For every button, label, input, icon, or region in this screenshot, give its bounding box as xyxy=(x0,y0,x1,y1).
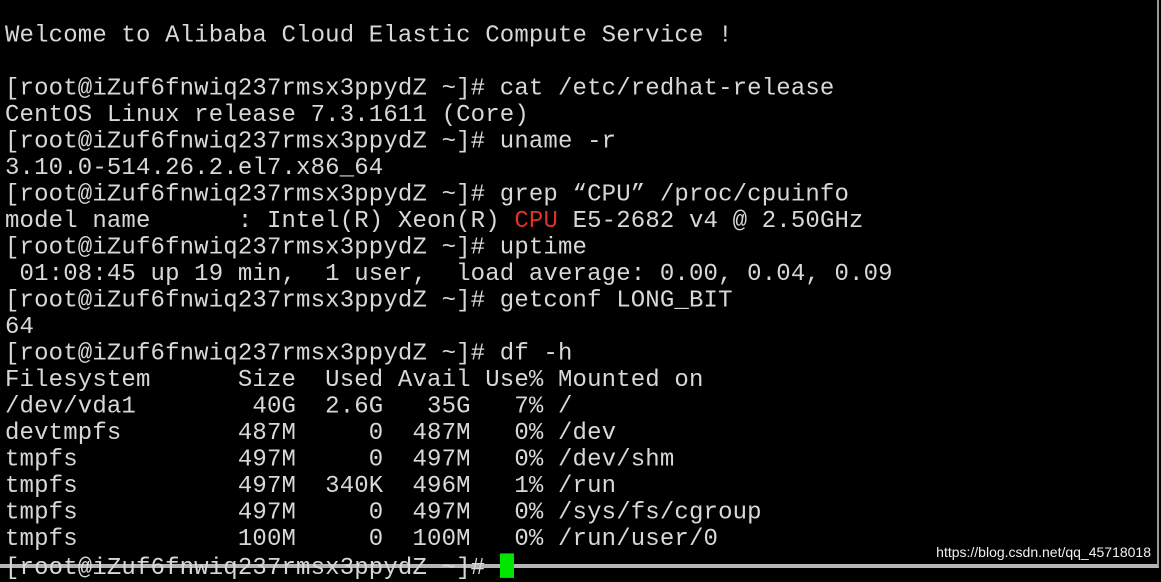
terminal-text: tmpfs 497M 340K 496M 1% /run xyxy=(5,472,617,501)
terminal-text: [root@iZuf6fnwiq237rmsx3ppydZ ~]# xyxy=(5,554,500,582)
terminal-line: [root@iZuf6fnwiq237rmsx3ppydZ ~]# cat /e… xyxy=(5,76,893,103)
terminal-output[interactable]: Welcome to Alibaba Cloud Elastic Compute… xyxy=(5,21,893,582)
highlighted-text: CPU xyxy=(514,207,559,236)
terminal-line: tmpfs 100M 0 100M 0% /run/user/0 xyxy=(5,525,893,554)
terminal-line: [root@iZuf6fnwiq237rmsx3ppydZ ~]# xyxy=(5,553,893,582)
terminal-line: 64 xyxy=(5,313,893,342)
terminal-line: devtmpfs 487M 0 487M 0% /dev xyxy=(5,419,893,448)
terminal-text: devtmpfs 487M 0 487M 0% /dev xyxy=(5,419,617,448)
terminal-line: [root@iZuf6fnwiq237rmsx3ppydZ ~]# getcon… xyxy=(5,288,893,315)
terminal-text: tmpfs 497M 0 497M 0% /sys/fs/cgroup xyxy=(5,499,762,527)
terminal-text: E5-2682 v4 @ 2.50GHz xyxy=(558,207,864,236)
terminal-line: 3.10.0-514.26.2.el7.x86_64 xyxy=(5,154,893,183)
terminal-line: Welcome to Alibaba Cloud Elastic Compute… xyxy=(5,21,893,50)
terminal-line: [root@iZuf6fnwiq237rmsx3ppydZ ~]# grep “… xyxy=(5,182,893,209)
terminal-text: [root@iZuf6fnwiq237rmsx3ppydZ ~]# uname … xyxy=(5,128,617,156)
terminal-line: tmpfs 497M 0 497M 0% /dev/shm xyxy=(5,447,893,474)
terminal-text: [root@iZuf6fnwiq237rmsx3ppydZ ~]# grep “… xyxy=(5,181,850,209)
terminal-line: CentOS Linux release 7.3.1611 (Core) xyxy=(5,101,893,130)
terminal-text: [root@iZuf6fnwiq237rmsx3ppydZ ~]# getcon… xyxy=(5,287,733,315)
terminal-text: 3.10.0-514.26.2.el7.x86_64 xyxy=(5,154,384,183)
cursor-block-icon xyxy=(499,553,514,578)
terminal-text: [root@iZuf6fnwiq237rmsx3ppydZ ~]# cat /e… xyxy=(5,75,835,103)
terminal-line: [root@iZuf6fnwiq237rmsx3ppydZ ~]# uptime xyxy=(5,235,893,262)
terminal-line: [root@iZuf6fnwiq237rmsx3ppydZ ~]# uname … xyxy=(5,129,893,156)
terminal-text: [root@iZuf6fnwiq237rmsx3ppydZ ~]# uptime xyxy=(5,234,588,262)
watermark: https://blog.csdn.net/qq_45718018 xyxy=(936,544,1151,560)
terminal-line: tmpfs 497M 0 497M 0% /sys/fs/cgroup xyxy=(5,500,893,527)
terminal-text: /dev/vda1 40G 2.6G 35G 7% / xyxy=(5,393,573,421)
terminal-text: Welcome to Alibaba Cloud Elastic Compute… xyxy=(5,21,733,50)
terminal-text: 64 xyxy=(5,313,35,342)
terminal-text: tmpfs 100M 0 100M 0% /run/user/0 xyxy=(5,525,719,554)
terminal-line: 01:08:45 up 19 min, 1 user, load average… xyxy=(5,260,893,289)
terminal-line: model name : Intel(R) Xeon(R) CPU E5-268… xyxy=(5,207,893,236)
terminal-text: [root@iZuf6fnwiq237rmsx3ppydZ ~]# df -h xyxy=(5,340,573,368)
terminal-window[interactable]: Welcome to Alibaba Cloud Elastic Compute… xyxy=(0,0,1159,581)
terminal-text: Filesystem Size Used Avail Use% Mounted … xyxy=(5,366,704,395)
terminal-text: 01:08:45 up 19 min, 1 user, load average… xyxy=(5,260,893,289)
terminal-text: model name : Intel(R) Xeon(R) xyxy=(5,207,515,236)
terminal-line: Filesystem Size Used Avail Use% Mounted … xyxy=(5,366,893,395)
terminal-text: CentOS Linux release 7.3.1611 (Core) xyxy=(5,101,529,130)
terminal-line: [root@iZuf6fnwiq237rmsx3ppydZ ~]# df -h xyxy=(5,341,893,368)
terminal-text: tmpfs 497M 0 497M 0% /dev/shm xyxy=(5,446,675,474)
terminal-line: tmpfs 497M 340K 496M 1% /run xyxy=(5,472,893,501)
terminal-line: /dev/vda1 40G 2.6G 35G 7% / xyxy=(5,394,893,421)
